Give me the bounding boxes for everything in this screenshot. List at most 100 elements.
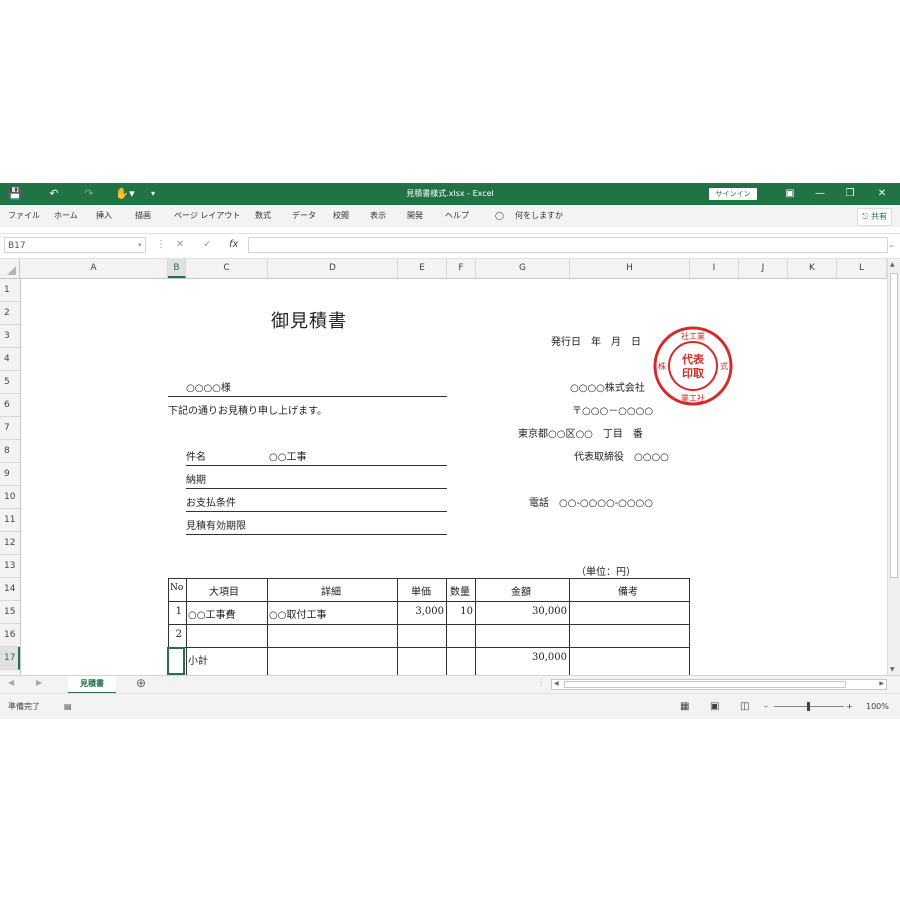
delivery-label: 納期 — [186, 475, 206, 486]
column-header[interactable]: H — [570, 259, 690, 278]
row-header[interactable]: 9 — [0, 463, 20, 486]
table-cell-major: ○○工事費 — [188, 610, 236, 621]
scroll-left-icon[interactable]: ◀ — [554, 680, 559, 687]
column-header[interactable]: B — [168, 259, 186, 278]
prev-sheet-icon[interactable]: ◀ — [8, 678, 14, 687]
table-header-no: No — [170, 583, 184, 593]
column-header[interactable]: L — [837, 259, 887, 278]
title-bar: 💾 ↶ ↷ ✋▾ ▾ 見積書様式.xlsx - Excel サインイン ▣ — … — [0, 183, 900, 205]
column-header[interactable]: I — [690, 259, 739, 278]
row-header[interactable]: 1 — [0, 279, 20, 302]
column-header[interactable]: G — [476, 259, 570, 278]
tab-file[interactable]: ファイル — [8, 205, 40, 227]
tab-view[interactable]: 表示 — [370, 205, 386, 227]
table-header-qty: 数量 — [450, 587, 470, 598]
sheet-tab-active[interactable]: 見積書 — [68, 676, 116, 694]
redo-icon[interactable]: ↷ — [80, 183, 98, 205]
row-header[interactable]: 8 — [0, 440, 20, 463]
table-header-major: 大項目 — [209, 587, 239, 598]
cancel-icon[interactable]: ✕ — [176, 237, 184, 253]
page-break-view-icon[interactable]: ◫ — [740, 694, 749, 719]
tab-developer[interactable]: 開発 — [407, 205, 423, 227]
row-header[interactable]: 2 — [0, 302, 20, 325]
worksheet-grid[interactable]: 御見積書 発行日 年 月 日 ○○○○様 下記の通りお見積り申し上げます。 ○○… — [21, 279, 887, 675]
share-button[interactable]: ⎋ 共有 — [857, 208, 892, 226]
row-header[interactable]: 16 — [0, 624, 20, 647]
scroll-right-icon[interactable]: ▶ — [879, 680, 884, 687]
lightbulb-icon: ◯ — [495, 211, 504, 220]
scroll-down-icon[interactable]: ▼ — [890, 666, 895, 673]
insert-function-icon[interactable]: fx — [229, 237, 238, 253]
undo-icon[interactable]: ↶ — [45, 183, 63, 205]
close-icon[interactable]: ✕ — [870, 183, 894, 205]
minimize-icon[interactable]: — — [808, 183, 832, 205]
expand-formula-icon[interactable]: ⌄ — [888, 237, 895, 253]
row-header[interactable]: 5 — [0, 371, 20, 394]
formula-input[interactable] — [248, 237, 888, 253]
normal-view-icon[interactable]: ▦ — [680, 694, 689, 719]
column-header[interactable]: F — [447, 259, 476, 278]
field-underline — [186, 488, 447, 489]
zoom-out-icon[interactable]: – — [764, 694, 768, 719]
vertical-scrollbar[interactable]: ▲ ▼ — [887, 259, 900, 675]
active-cell-selection[interactable] — [167, 647, 185, 675]
horizontal-scroll-thumb[interactable] — [564, 681, 846, 688]
vertical-scroll-thumb[interactable] — [890, 273, 898, 578]
tab-splitter-icon[interactable]: ⋮ — [537, 678, 545, 687]
tab-help[interactable]: ヘルプ — [445, 205, 469, 227]
row-header[interactable]: 3 — [0, 325, 20, 348]
row-header[interactable]: 4 — [0, 348, 20, 371]
row-header[interactable]: 7 — [0, 417, 20, 440]
zoom-level[interactable]: 100% — [866, 694, 889, 719]
payment-terms-label: お支払条件 — [186, 498, 236, 509]
column-header[interactable]: C — [186, 259, 268, 278]
share-label: 共有 — [871, 212, 887, 221]
horizontal-scrollbar[interactable]: ◀ ▶ — [551, 679, 887, 690]
issue-date-label: 発行日 年 月 日 — [551, 337, 641, 348]
page-layout-view-icon[interactable]: ▣ — [710, 694, 719, 719]
add-sheet-icon[interactable]: ⊕ — [136, 676, 146, 690]
zoom-slider-thumb[interactable] — [807, 702, 810, 711]
scroll-up-icon[interactable]: ▲ — [890, 261, 895, 268]
column-header[interactable]: K — [788, 259, 837, 278]
column-header[interactable]: E — [398, 259, 447, 278]
column-header[interactable]: D — [268, 259, 398, 278]
tab-draw[interactable]: 描画 — [135, 205, 151, 227]
name-box[interactable]: B17 — [4, 237, 146, 253]
row-header[interactable]: 13 — [0, 555, 20, 578]
enter-icon[interactable]: ✓ — [203, 237, 211, 253]
row-header[interactable]: 12 — [0, 532, 20, 555]
save-icon[interactable]: 💾 — [6, 183, 24, 205]
tab-formulas[interactable]: 数式 — [255, 205, 271, 227]
table-cell-no: 1 — [175, 606, 182, 617]
tell-me-search[interactable]: 何をしますか — [515, 205, 563, 227]
row-header[interactable]: 11 — [0, 509, 20, 532]
tab-data[interactable]: データ — [292, 205, 316, 227]
row-header[interactable]: 6 — [0, 394, 20, 417]
tab-insert[interactable]: 挿入 — [96, 205, 112, 227]
column-header[interactable]: J — [739, 259, 788, 278]
row-header[interactable]: 17 — [0, 647, 20, 670]
signin-button[interactable]: サインイン — [709, 188, 757, 200]
macro-record-icon[interactable]: ▤ — [64, 694, 72, 719]
ribbon-display-icon[interactable]: ▣ — [778, 183, 802, 205]
next-sheet-icon[interactable]: ▶ — [36, 678, 42, 687]
phone-number: 電話 ○○-○○○○-○○○○ — [529, 498, 654, 509]
tab-page-layout[interactable]: ページ レイアウト — [174, 205, 240, 227]
row-header[interactable]: 10 — [0, 486, 20, 509]
name-box-dropdown-icon[interactable]: ▾ — [138, 237, 142, 253]
touch-mode-icon[interactable]: ✋▾ — [112, 183, 138, 205]
sheet-tab-bar: ◀ ▶ 見積書 ⊕ ⋮ ◀ ▶ — [0, 675, 900, 694]
tab-review[interactable]: 校閲 — [333, 205, 349, 227]
restore-icon[interactable]: ❐ — [838, 183, 862, 205]
company-address: 東京都○○区○○ 丁目 番 — [518, 429, 643, 440]
svg-text:式: 式 — [720, 361, 728, 371]
row-header[interactable]: 14 — [0, 578, 20, 601]
row-header[interactable]: 15 — [0, 601, 20, 624]
zoom-in-icon[interactable]: + — [846, 694, 853, 719]
svg-text:業工社: 業工社 — [681, 393, 705, 403]
column-header[interactable]: A — [20, 259, 168, 278]
customize-toolbar-icon[interactable]: ▾ — [146, 183, 160, 205]
tab-home[interactable]: ホーム — [54, 205, 78, 227]
select-all-button[interactable] — [0, 259, 20, 278]
